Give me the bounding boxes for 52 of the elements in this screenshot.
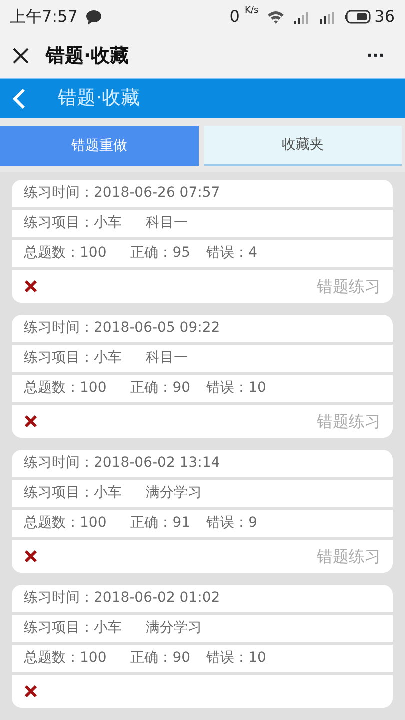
correct-count: 正确：91 [130,514,191,533]
back-icon [12,88,26,110]
practice-subject: 满分学习 [146,484,202,503]
correct-count: 正确：90 [130,649,191,668]
network-speed-text: 0 K/s [230,5,259,28]
delete-button[interactable] [24,550,38,563]
wifi-icon [266,10,285,24]
correct-count: 正确：90 [130,379,191,398]
more-button[interactable]: ··· [366,44,385,68]
page-title: 错题·收藏 [58,86,140,112]
wrong-count: 错误：10 [206,649,266,668]
practice-subject: 科目一 [146,349,188,368]
practice-subject: 满分学习 [146,619,202,638]
total-count: 总题数：100 [24,244,107,263]
signal-icon [318,10,337,24]
delete-button[interactable] [24,685,38,698]
practice-time: 练习时间：2018-06-02 13:14 [24,454,220,473]
cross-icon [24,685,38,698]
signal-icon [292,10,311,24]
practice-project: 练习项目：小车 [24,349,122,368]
practice-time: 练习时间：2018-06-26 07:57 [24,184,220,203]
practice-project: 练习项目：小车 [24,619,122,638]
practice-subject: 科目一 [146,214,188,233]
close-icon [12,47,30,65]
tab[interactable]: 收藏夹 [204,126,402,166]
total-count: 总题数：100 [24,514,107,533]
cross-icon [24,550,38,563]
battery-text: 36 [374,6,395,28]
delete-button[interactable] [24,415,38,428]
close-button[interactable] [12,47,30,65]
correct-count: 正确：95 [130,244,191,263]
chat-icon [86,10,102,24]
wrong-count: 错误：4 [206,244,258,263]
cross-icon [24,415,38,428]
tab[interactable]: 错题重做 [0,126,198,166]
wrong-count: 错误：9 [206,514,258,533]
total-count: 总题数：100 [24,379,107,398]
app-title: 错题·收藏 [46,44,130,69]
wrong-count: 错误：10 [206,379,266,398]
practice-link[interactable]: 错题练习 [317,274,381,298]
practice-link[interactable]: 错题练习 [317,544,381,568]
clock-text: 上午7:57 [10,6,78,28]
practice-time: 练习时间：2018-06-02 01:02 [24,589,220,608]
cross-icon [24,280,38,293]
total-count: 总题数：100 [24,649,107,668]
practice-project: 练习项目：小车 [24,214,122,233]
battery-icon [344,10,371,24]
practice-link[interactable]: 错题练习 [317,410,381,434]
practice-time: 练习时间：2018-06-05 09:22 [24,319,220,338]
practice-project: 练习项目：小车 [24,484,122,503]
delete-button[interactable] [24,280,38,293]
back-button[interactable] [12,88,26,110]
